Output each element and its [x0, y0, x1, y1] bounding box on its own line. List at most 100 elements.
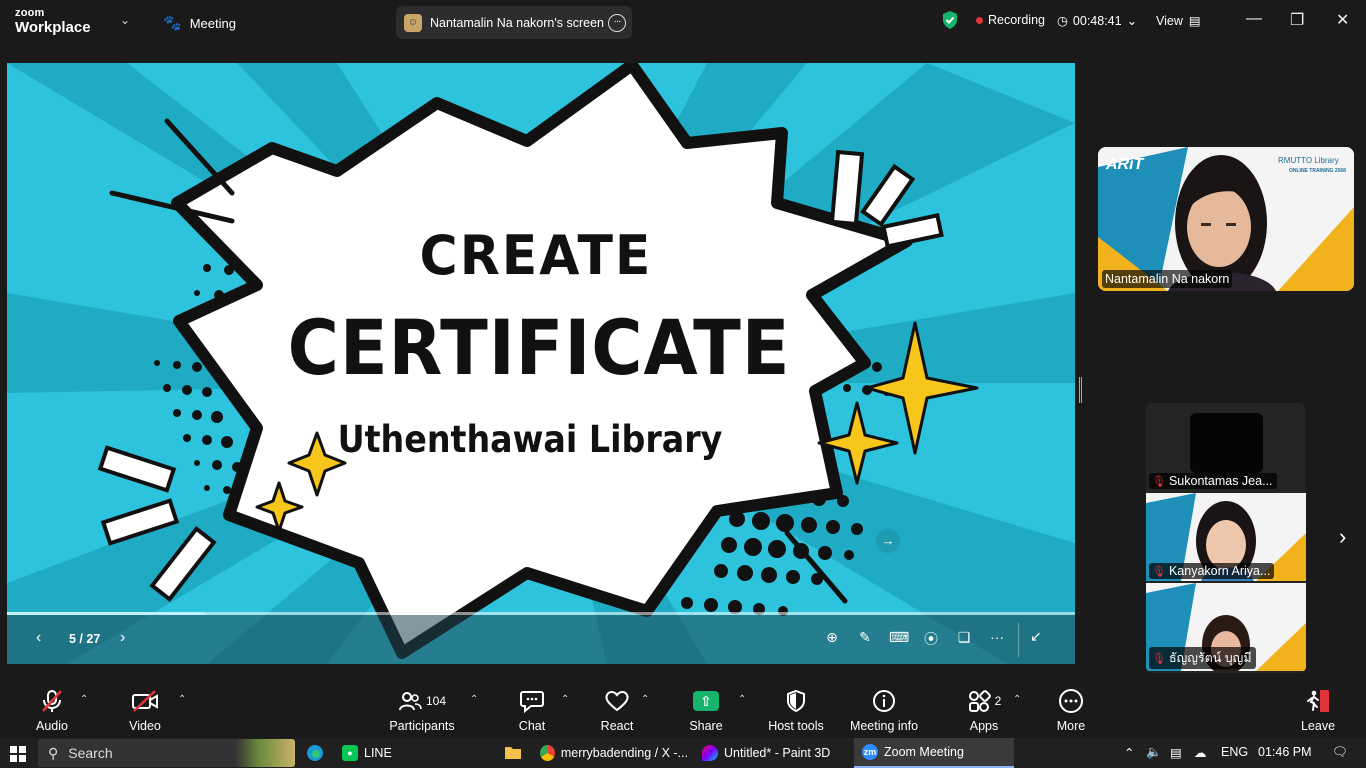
- taskbar-app-paint3d[interactable]: Untitled* - Paint 3D: [694, 738, 850, 768]
- split-view-handle[interactable]: [1079, 377, 1082, 403]
- react-label: React: [600, 719, 634, 733]
- screen-share-label: Nantamalin Na nakorn's screen: [430, 15, 604, 30]
- close-icon[interactable]: ✕: [1336, 10, 1349, 30]
- recording-label: Recording: [988, 13, 1045, 27]
- arrow-right-icon[interactable]: →: [876, 529, 900, 553]
- chevron-up-icon[interactable]: ⌃: [738, 694, 746, 705]
- line-app-icon: ●: [342, 745, 358, 761]
- participant-name: Sukontamas Jea...: [1168, 474, 1273, 488]
- restore-icon[interactable]: ❐: [1290, 10, 1304, 30]
- audio-label: Audio: [36, 719, 68, 733]
- speaker-video-tile[interactable]: ARiT RMUTTO Library ONLINE TRAINING 2568…: [1098, 147, 1354, 291]
- recording-dot-icon: [976, 16, 983, 24]
- camera-off-placeholder: [1190, 413, 1263, 473]
- chevron-left-icon[interactable]: ‹: [36, 629, 41, 647]
- participant-tile[interactable]: 🎙 ธัญญรัตน์ บุญมี: [1146, 583, 1306, 671]
- view-layout-icon: ▤: [1188, 14, 1201, 28]
- leave-icon: [1300, 688, 1336, 714]
- minimize-icon[interactable]: —: [1246, 10, 1262, 28]
- speaker-name: Nantamalin Na nakorn: [1102, 270, 1233, 288]
- taskbar-app-zoom[interactable]: zm Zoom Meeting: [854, 738, 1014, 768]
- backdrop-logo: ARiT: [1105, 156, 1145, 173]
- participant-tile[interactable]: 🎙 Sukontamas Jea...: [1146, 403, 1306, 491]
- slide-tools: ⊕ ✎ ⌨ ⦿ ❏ ···: [823, 629, 1006, 649]
- zoom-workplace-logo[interactable]: zoom Workplace: [15, 7, 91, 36]
- pen-icon[interactable]: ✎: [856, 629, 874, 649]
- leave-label: Leave: [1300, 719, 1336, 733]
- screen-share-pill[interactable]: ☺ Nantamalin Na nakorn's screen ···: [396, 6, 632, 39]
- timer-value: 00:48:41: [1072, 13, 1122, 28]
- taskbar-app-label: merrybadending / X -...: [560, 746, 688, 760]
- language-indicator[interactable]: ENG: [1221, 745, 1248, 759]
- search-placeholder: Search: [68, 745, 113, 761]
- info-icon: [848, 688, 920, 714]
- broadcast-icon[interactable]: ⦿: [922, 629, 940, 649]
- more-button[interactable]: More: [1054, 688, 1088, 733]
- view-menu[interactable]: View ▤: [1156, 13, 1201, 29]
- taskbar-search[interactable]: ⚲ Search: [38, 739, 295, 767]
- chevron-up-icon[interactable]: ⌃: [80, 694, 88, 705]
- meeting-menu[interactable]: 🐾 Meeting: [163, 14, 236, 32]
- taskbar-app-chrome[interactable]: merrybadending / X -...: [532, 738, 688, 768]
- chevron-right-icon[interactable]: ›: [1339, 524, 1346, 550]
- brand-line-1: zoom: [15, 7, 45, 19]
- meeting-timer[interactable]: ◷ 00:48:41 ⌄: [1057, 13, 1137, 29]
- chrome-icon: [540, 745, 555, 761]
- avatar: ☺: [404, 13, 422, 32]
- shared-screen-slide: CREATE CERTIFICATE Uthenthawai Library →…: [7, 63, 1075, 664]
- chevron-right-icon[interactable]: ›: [120, 629, 125, 647]
- participant-name: Kanyakorn Ariya...: [1168, 564, 1271, 578]
- edge-icon[interactable]: [306, 744, 324, 767]
- recording-indicator[interactable]: Recording: [976, 13, 1045, 27]
- collapse-icon[interactable]: ↙: [1030, 628, 1042, 645]
- meeting-info-button[interactable]: Meeting info: [848, 688, 920, 733]
- more-icon: [1054, 688, 1088, 714]
- share-label: Share: [689, 719, 723, 733]
- keyboard-icon[interactable]: ⌨: [889, 629, 909, 649]
- video-button[interactable]: Video: [127, 688, 163, 733]
- chevron-up-icon[interactable]: ⌃: [1124, 745, 1134, 760]
- participants-label: Participants: [389, 719, 455, 733]
- shield-icon[interactable]: [941, 10, 959, 35]
- windows-start-icon[interactable]: [10, 746, 26, 767]
- react-button[interactable]: React: [598, 688, 636, 733]
- leave-button[interactable]: Leave: [1300, 688, 1336, 733]
- shield-icon: [766, 688, 826, 714]
- participants-icon-wrap: 104: [388, 688, 456, 714]
- network-icon[interactable]: ▤: [1170, 745, 1182, 760]
- notification-icon[interactable]: 🗨: [1332, 745, 1348, 760]
- apps-icon-wrap: 2: [964, 688, 1004, 714]
- participants-count: 104: [425, 694, 447, 708]
- share-button[interactable]: ⇧ Share: [688, 688, 724, 733]
- cloud-icon[interactable]: ☁: [1194, 745, 1207, 760]
- chevron-up-icon[interactable]: ⌃: [470, 694, 478, 705]
- chevron-up-icon[interactable]: ⌃: [561, 694, 569, 705]
- participants-button[interactable]: 104 Participants: [388, 688, 456, 733]
- view-label: View: [1156, 13, 1183, 28]
- chat-button[interactable]: Chat: [514, 688, 550, 733]
- paint3d-icon: [702, 745, 718, 761]
- system-clock[interactable]: 01:46 PM: [1258, 745, 1312, 759]
- mic-muted-icon: 🎙: [1152, 475, 1166, 488]
- speaker-icon[interactable]: 🔈: [1146, 745, 1162, 760]
- slide-subtitle: Uthenthawai Library: [337, 418, 723, 461]
- audio-button[interactable]: Audio: [34, 688, 70, 733]
- folder-icon[interactable]: [504, 744, 522, 765]
- host-tools-label: Host tools: [768, 719, 824, 733]
- host-tools-button[interactable]: Host tools: [766, 688, 826, 733]
- chevron-up-icon[interactable]: ⌃: [1013, 694, 1021, 705]
- taskbar-app-line[interactable]: ● LINE: [334, 738, 494, 768]
- participant-tile[interactable]: 🎙 Kanyakorn Ariya...: [1146, 493, 1306, 581]
- zoom-app-icon: zm: [862, 744, 878, 760]
- chevron-up-icon[interactable]: ⌃: [178, 694, 186, 705]
- chevron-up-icon[interactable]: ⌃: [641, 694, 649, 705]
- top-bar: zoom Workplace ⌄ 🐾 Meeting ☺ Nantamalin …: [0, 0, 1366, 44]
- chevron-down-icon[interactable]: ⌄: [120, 13, 130, 27]
- zoom-in-icon[interactable]: ⊕: [823, 629, 841, 649]
- apps-button[interactable]: 2 Apps: [964, 688, 1004, 733]
- copy-icon[interactable]: ❏: [955, 629, 973, 649]
- chat-label: Chat: [518, 719, 546, 733]
- more-options-icon[interactable]: ···: [608, 14, 626, 32]
- more-icon[interactable]: ···: [988, 629, 1006, 649]
- apps-label: Apps: [969, 719, 999, 733]
